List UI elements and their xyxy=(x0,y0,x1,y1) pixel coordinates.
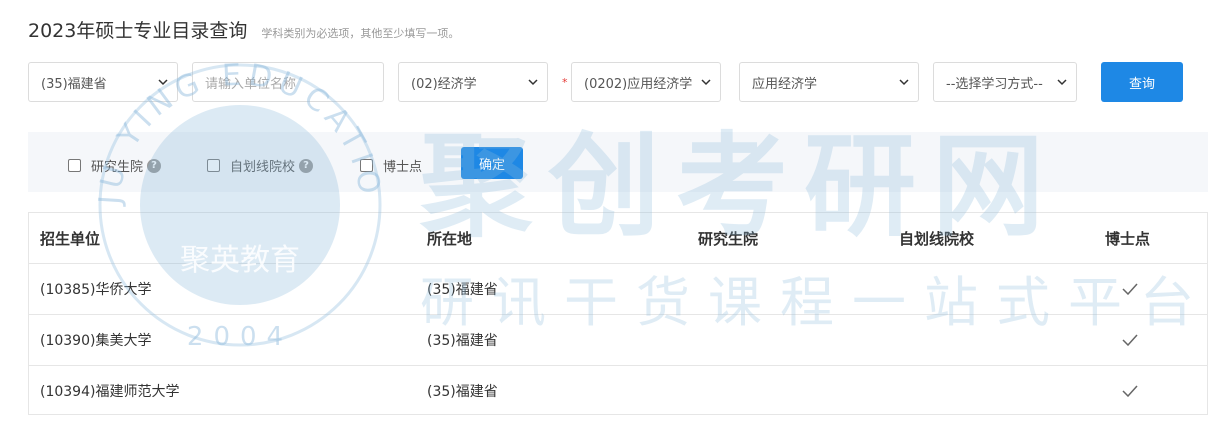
check-icon xyxy=(1122,385,1138,397)
chevron-down-icon xyxy=(701,79,711,86)
checkbox-box[interactable] xyxy=(360,159,373,172)
confirm-button[interactable]: 确定 xyxy=(461,147,523,179)
sub-major-value: 应用经济学 xyxy=(752,76,818,92)
header-location: 所在地 xyxy=(427,229,473,248)
doctoral-checkbox[interactable]: 博士点 xyxy=(360,156,422,175)
unit-cell: (10390)集美大学 xyxy=(40,333,152,349)
category-value: (02)经济学 xyxy=(411,76,477,92)
province-value: (35)福建省 xyxy=(41,76,107,92)
chevron-down-icon xyxy=(899,79,909,86)
unit-cell: (10385)华侨大学 xyxy=(40,282,152,298)
help-icon[interactable]: ? xyxy=(147,158,162,173)
query-button[interactable]: 查询 xyxy=(1101,62,1183,102)
location-cell: (35)福建省 xyxy=(427,282,498,298)
graduate-school-label: 研究生院 xyxy=(91,160,144,175)
header-graduate-school: 研究生院 xyxy=(698,229,759,248)
table-row: (10394)福建师范大学 (35)福建省 xyxy=(29,366,1207,417)
table-row: (10385)华侨大学 (35)福建省 xyxy=(29,264,1207,315)
chevron-down-icon xyxy=(158,79,168,86)
category-select[interactable]: (02)经济学 xyxy=(398,62,548,102)
doctoral-label: 博士点 xyxy=(383,160,423,175)
unit-cell: (10394)福建师范大学 xyxy=(40,384,180,400)
doctoral-cell xyxy=(1122,366,1138,416)
location-cell: (35)福建省 xyxy=(427,333,498,349)
help-icon[interactable]: ? xyxy=(299,158,314,173)
option-bar xyxy=(28,132,1208,192)
major-value: (0202)应用经济学 xyxy=(584,76,693,92)
header-self-line: 自划线院校 xyxy=(899,229,975,248)
study-mode-value: --选择学习方式-- xyxy=(946,76,1043,92)
province-select[interactable]: (35)福建省 xyxy=(28,62,178,102)
self-line-label: 自划线院校 xyxy=(230,160,296,175)
doctoral-cell xyxy=(1122,264,1138,314)
study-mode-select[interactable]: --选择学习方式-- xyxy=(933,62,1077,102)
location-cell: (35)福建省 xyxy=(427,384,498,400)
results-table: 招生单位 所在地 研究生院 自划线院校 博士点 (10385)华侨大学 (35)… xyxy=(28,212,1208,415)
sub-major-select[interactable]: 应用经济学 xyxy=(739,62,919,102)
unit-search-placeholder: 请输入单位名称 xyxy=(205,76,297,92)
chevron-down-icon xyxy=(528,79,538,86)
unit-search-input[interactable]: 请输入单位名称 xyxy=(192,62,384,102)
table-row: (10390)集美大学 (35)福建省 xyxy=(29,315,1207,366)
title-row: 2023年硕士专业目录查询 学科类别为必选项，其他至少填写一项。 xyxy=(28,16,459,43)
checkbox-box[interactable] xyxy=(68,159,81,172)
self-line-checkbox[interactable]: 自划线院校 ? xyxy=(207,156,314,175)
doctoral-cell xyxy=(1122,315,1138,365)
header-doctoral: 博士点 xyxy=(1105,229,1151,248)
graduate-school-checkbox[interactable]: 研究生院 ? xyxy=(68,156,162,175)
check-icon xyxy=(1122,283,1138,295)
page-title: 2023年硕士专业目录查询 xyxy=(28,20,248,42)
checkbox-box[interactable] xyxy=(207,159,220,172)
check-icon xyxy=(1122,334,1138,346)
major-select[interactable]: (0202)应用经济学 xyxy=(571,62,721,102)
header-unit: 招生单位 xyxy=(40,229,101,248)
table-header-row: 招生单位 所在地 研究生院 自划线院校 博士点 xyxy=(29,213,1207,264)
chevron-down-icon xyxy=(1057,79,1067,86)
required-mark: * xyxy=(562,76,568,89)
page-hint: 学科类别为必选项，其他至少填写一项。 xyxy=(261,27,460,40)
